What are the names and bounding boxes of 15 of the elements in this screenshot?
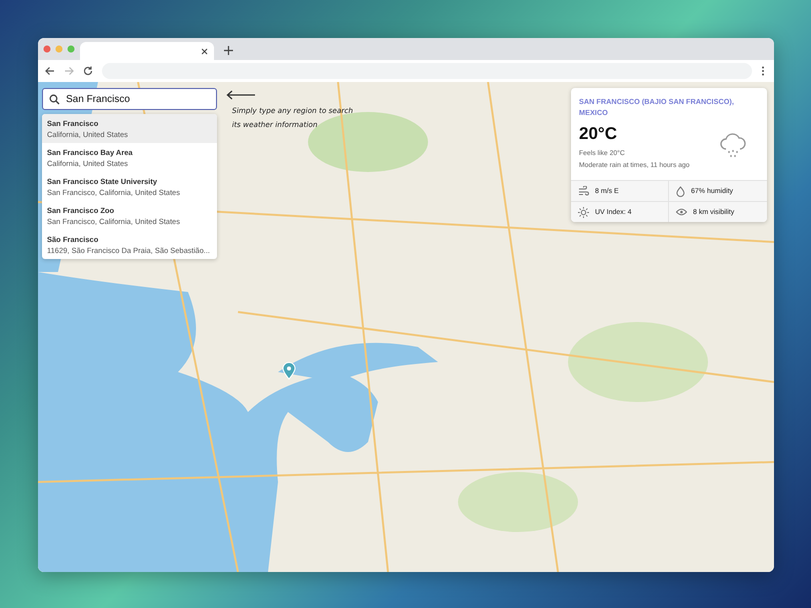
sun-icon: [578, 206, 589, 218]
back-icon[interactable]: [45, 66, 55, 76]
menu-icon[interactable]: [761, 66, 765, 76]
temperature: 20°C: [579, 124, 618, 144]
reload-icon[interactable]: [83, 66, 93, 76]
location-pin-icon: [282, 362, 296, 380]
rain-cloud-icon: [719, 132, 747, 158]
wind-icon: [578, 186, 589, 196]
new-tab-icon[interactable]: [224, 46, 233, 55]
eye-icon: [676, 208, 687, 216]
arrow-icon: [226, 90, 256, 100]
search-field[interactable]: San Francisco: [42, 88, 217, 110]
close-icon[interactable]: [201, 48, 208, 54]
droplet-icon: [676, 186, 685, 196]
window-controls-icon[interactable]: [43, 45, 77, 53]
